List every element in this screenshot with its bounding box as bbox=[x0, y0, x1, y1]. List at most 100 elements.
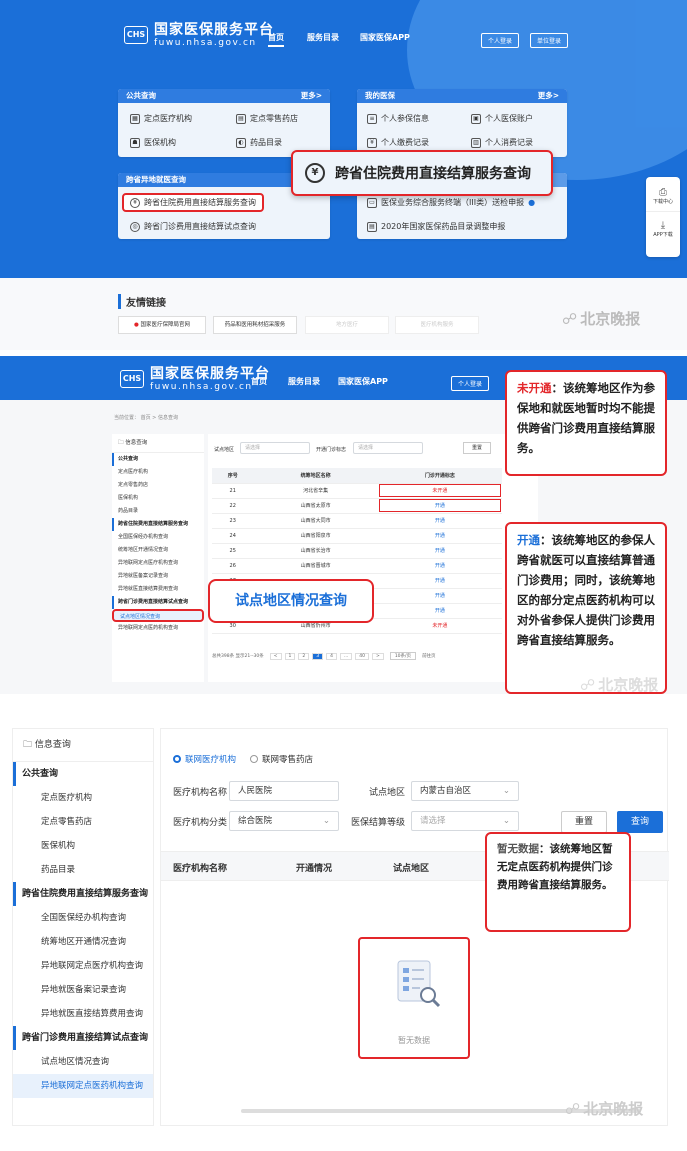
list-item[interactable]: ▣ 个人医保账户 bbox=[471, 113, 533, 124]
callout-not-open: 未开通：该统筹地区作为参保地和就医地暂时均不能提供跨省门诊费用直接结算服务。 bbox=[505, 370, 667, 476]
left-sidebar: 🗀 信息查询 公共查询 定点医疗机构 定点零售药店 医保机构 药品目录 跨省住院… bbox=[112, 434, 204, 682]
nav-service-catalog[interactable]: 服务目录 bbox=[288, 376, 320, 387]
payment-icon: ¥ bbox=[367, 137, 377, 148]
sidebar-item[interactable]: 定点零售药店 bbox=[112, 479, 204, 492]
status-cell: 开通 bbox=[377, 513, 502, 529]
sidebar-item[interactable]: 异地联网定点医药机构查询 bbox=[112, 622, 204, 635]
app-download-button[interactable]: ⤓ APP下载 bbox=[646, 211, 680, 238]
sidebar-item[interactable]: 统筹地区开通情况查询 bbox=[13, 930, 153, 954]
link-local[interactable]: 地方医疗 bbox=[305, 316, 389, 334]
sidebar-section-inpatient: 跨省住院费用直接结算服务查询 bbox=[112, 518, 204, 531]
nav-home[interactable]: 首页 bbox=[268, 32, 284, 47]
page-button[interactable]: 3 bbox=[312, 652, 324, 660]
sidebar-section-outpatient: 跨省门诊费用直接结算试点查询 bbox=[13, 1026, 153, 1050]
link-procurement[interactable]: 药品和医用耗材招采服务 bbox=[213, 316, 297, 334]
query-button[interactable]: 查询 bbox=[617, 811, 663, 833]
sidebar-item[interactable]: 药品目录 bbox=[13, 858, 153, 882]
pharmacy-icon: ▤ bbox=[236, 113, 246, 124]
list-item[interactable]: ☗ 医保机构 bbox=[130, 137, 176, 148]
sidebar-item[interactable]: 定点零售药店 bbox=[13, 810, 153, 834]
list-item[interactable]: ◐ 药品目录 bbox=[236, 137, 282, 148]
sidebar-item[interactable]: 试点地区情况查询 bbox=[13, 1050, 153, 1074]
sidebar-item[interactable]: 全国医保经办机构查询 bbox=[112, 531, 204, 544]
sidebar-item[interactable]: 医保机构 bbox=[112, 492, 204, 505]
page-button[interactable]: 4 bbox=[326, 652, 337, 660]
radio-pharmacy[interactable]: 联网零售药店 bbox=[250, 753, 313, 765]
column-header: 统筹地区名称 bbox=[253, 468, 378, 484]
sidebar-item-pilot-area[interactable]: 试点地区情况查询 bbox=[112, 609, 204, 622]
breadcrumb: 当前位置： 首页 > 信息查询 bbox=[114, 415, 178, 421]
sidebar-item[interactable]: 异地就医直接结算费用查询 bbox=[13, 1002, 153, 1026]
page-button[interactable]: 1 bbox=[284, 652, 296, 660]
site-logo[interactable]: CHS 国家医保服务平台 fuwu.nhsa.gov.cn bbox=[124, 22, 274, 48]
link-institution[interactable]: 医疗机构服务 bbox=[395, 316, 479, 334]
list-item[interactable]: ≡ 个人参保信息 bbox=[367, 113, 429, 124]
cross-province-outpatient-link[interactable]: ◎ 跨省门诊费用直接结算试点查询 bbox=[130, 221, 256, 232]
sidebar-item[interactable]: 异地就医备案记录查询 bbox=[112, 570, 204, 583]
personal-login-button[interactable]: 个人登录 bbox=[451, 376, 490, 391]
sidebar-item[interactable]: 异地就医直接结算费用查询 bbox=[112, 583, 204, 596]
reset-button[interactable]: 重置 bbox=[463, 442, 491, 454]
list-item[interactable]: ▥ 个人消费记录 bbox=[471, 137, 533, 148]
more-link[interactable]: 更多> bbox=[301, 89, 322, 103]
list-item[interactable]: ¥ 个人缴费记录 bbox=[367, 137, 429, 148]
outpatient-icon: ◎ bbox=[130, 221, 140, 232]
area-label: 试点地区 bbox=[369, 788, 406, 798]
empty-text: 暂无数据 bbox=[398, 1036, 430, 1045]
chevron-down-icon: ⌄ bbox=[502, 786, 510, 796]
area-select[interactable]: 内蒙古自治区 ⌄ bbox=[411, 781, 519, 801]
table-cell: 山西省长治市 bbox=[253, 543, 378, 559]
page-size-select[interactable]: 10条/页 bbox=[389, 652, 417, 660]
sidebar-item[interactable]: 药品目录 bbox=[112, 505, 204, 518]
cross-province-inpatient-link[interactable]: ¥ 跨省住院费用直接结算服务查询 bbox=[122, 193, 264, 212]
terminal-icon: ▭ bbox=[367, 197, 377, 208]
reset-button[interactable]: 重置 bbox=[561, 811, 607, 833]
radio-medical[interactable]: 联网医疗机构 bbox=[173, 753, 236, 765]
area-select[interactable]: 请选择 bbox=[240, 442, 310, 454]
list-item[interactable]: ▤ 2020年国家医保药品目录调整申报 bbox=[367, 221, 505, 232]
site-logo[interactable]: CHS 国家医保服务平台 fuwu.nhsa.gov.cn bbox=[120, 366, 270, 392]
personal-login-button[interactable]: 个人登录 bbox=[481, 33, 520, 48]
nav-app[interactable]: 国家医保APP bbox=[360, 32, 410, 43]
level-select[interactable]: 请选择 ⌄ bbox=[411, 811, 519, 831]
nav-app[interactable]: 国家医保APP bbox=[338, 376, 388, 387]
status-cell: 未开通 bbox=[377, 483, 502, 499]
nav-home[interactable]: 首页 bbox=[251, 376, 267, 387]
sidebar-item-networked-institution[interactable]: 异地联网定点医药机构查询 bbox=[13, 1074, 153, 1098]
list-item[interactable]: ▭ 医保业务综合服务终端（III类）送检申报 ● bbox=[367, 197, 535, 208]
sidebar-item[interactable]: 定点医疗机构 bbox=[112, 466, 204, 479]
sidebar-item[interactable]: 定点医疗机构 bbox=[13, 786, 153, 810]
medicine-icon: ◐ bbox=[236, 137, 246, 148]
right-floating-bar: ⎙ 下载中心 ⤓ APP下载 bbox=[646, 177, 680, 257]
card-title: 公共查询 bbox=[126, 91, 156, 100]
sidebar-item[interactable]: 异地联网定点医疗机构查询 bbox=[112, 557, 204, 570]
table-cell: 山西省阳泉市 bbox=[253, 528, 378, 544]
unit-login-button[interactable]: 单位登录 bbox=[530, 33, 569, 48]
sidebar-item[interactable]: 统筹地区开通情况查询 bbox=[112, 544, 204, 557]
page-button[interactable]: > bbox=[372, 652, 384, 660]
page-button[interactable]: ... bbox=[340, 652, 353, 660]
nav-service-catalog[interactable]: 服务目录 bbox=[307, 32, 339, 43]
link-nhsa[interactable]: ● 国家医疗保障局官网 bbox=[118, 316, 206, 334]
sidebar-title: 🗀 信息查询 bbox=[112, 434, 204, 453]
download-icon: ⎙ bbox=[659, 187, 667, 198]
page-button[interactable]: 40 bbox=[355, 652, 370, 660]
networked-institution-screenshot: 🗀 信息查询 公共查询 定点医疗机构 定点零售药店 医保机构 药品目录 跨省住院… bbox=[0, 722, 687, 1151]
page-jump[interactable]: 前往页 bbox=[422, 653, 436, 659]
sidebar-item[interactable]: 全国医保经办机构查询 bbox=[13, 906, 153, 930]
more-link[interactable]: 更多> bbox=[538, 89, 559, 103]
list-item[interactable]: ▤ 定点零售药店 bbox=[236, 113, 298, 124]
page-button[interactable]: < bbox=[269, 652, 282, 660]
institution-name-input[interactable]: 人民医院 bbox=[229, 781, 339, 801]
sidebar-item[interactable]: 异地就医备案记录查询 bbox=[13, 978, 153, 1002]
page-button[interactable]: 2 bbox=[298, 652, 310, 660]
column-header: 医疗机构名称 bbox=[173, 864, 228, 874]
category-select[interactable]: 综合医院 ⌄ bbox=[229, 811, 339, 831]
sidebar-item[interactable]: 异地联网定点医疗机构查询 bbox=[13, 954, 153, 978]
status-select[interactable]: 请选择 bbox=[353, 442, 423, 454]
download-center-button[interactable]: ⎙ 下载中心 bbox=[646, 177, 680, 205]
list-item[interactable]: ▦ 定点医疗机构 bbox=[130, 113, 192, 124]
status-cell: 开通 bbox=[377, 498, 502, 514]
sidebar-item[interactable]: 医保机构 bbox=[13, 834, 153, 858]
callout-open: 开通：该统筹地区的参保人跨省就医可以直接结算普通门诊费用；同时，该统筹地区的部分… bbox=[505, 522, 667, 694]
